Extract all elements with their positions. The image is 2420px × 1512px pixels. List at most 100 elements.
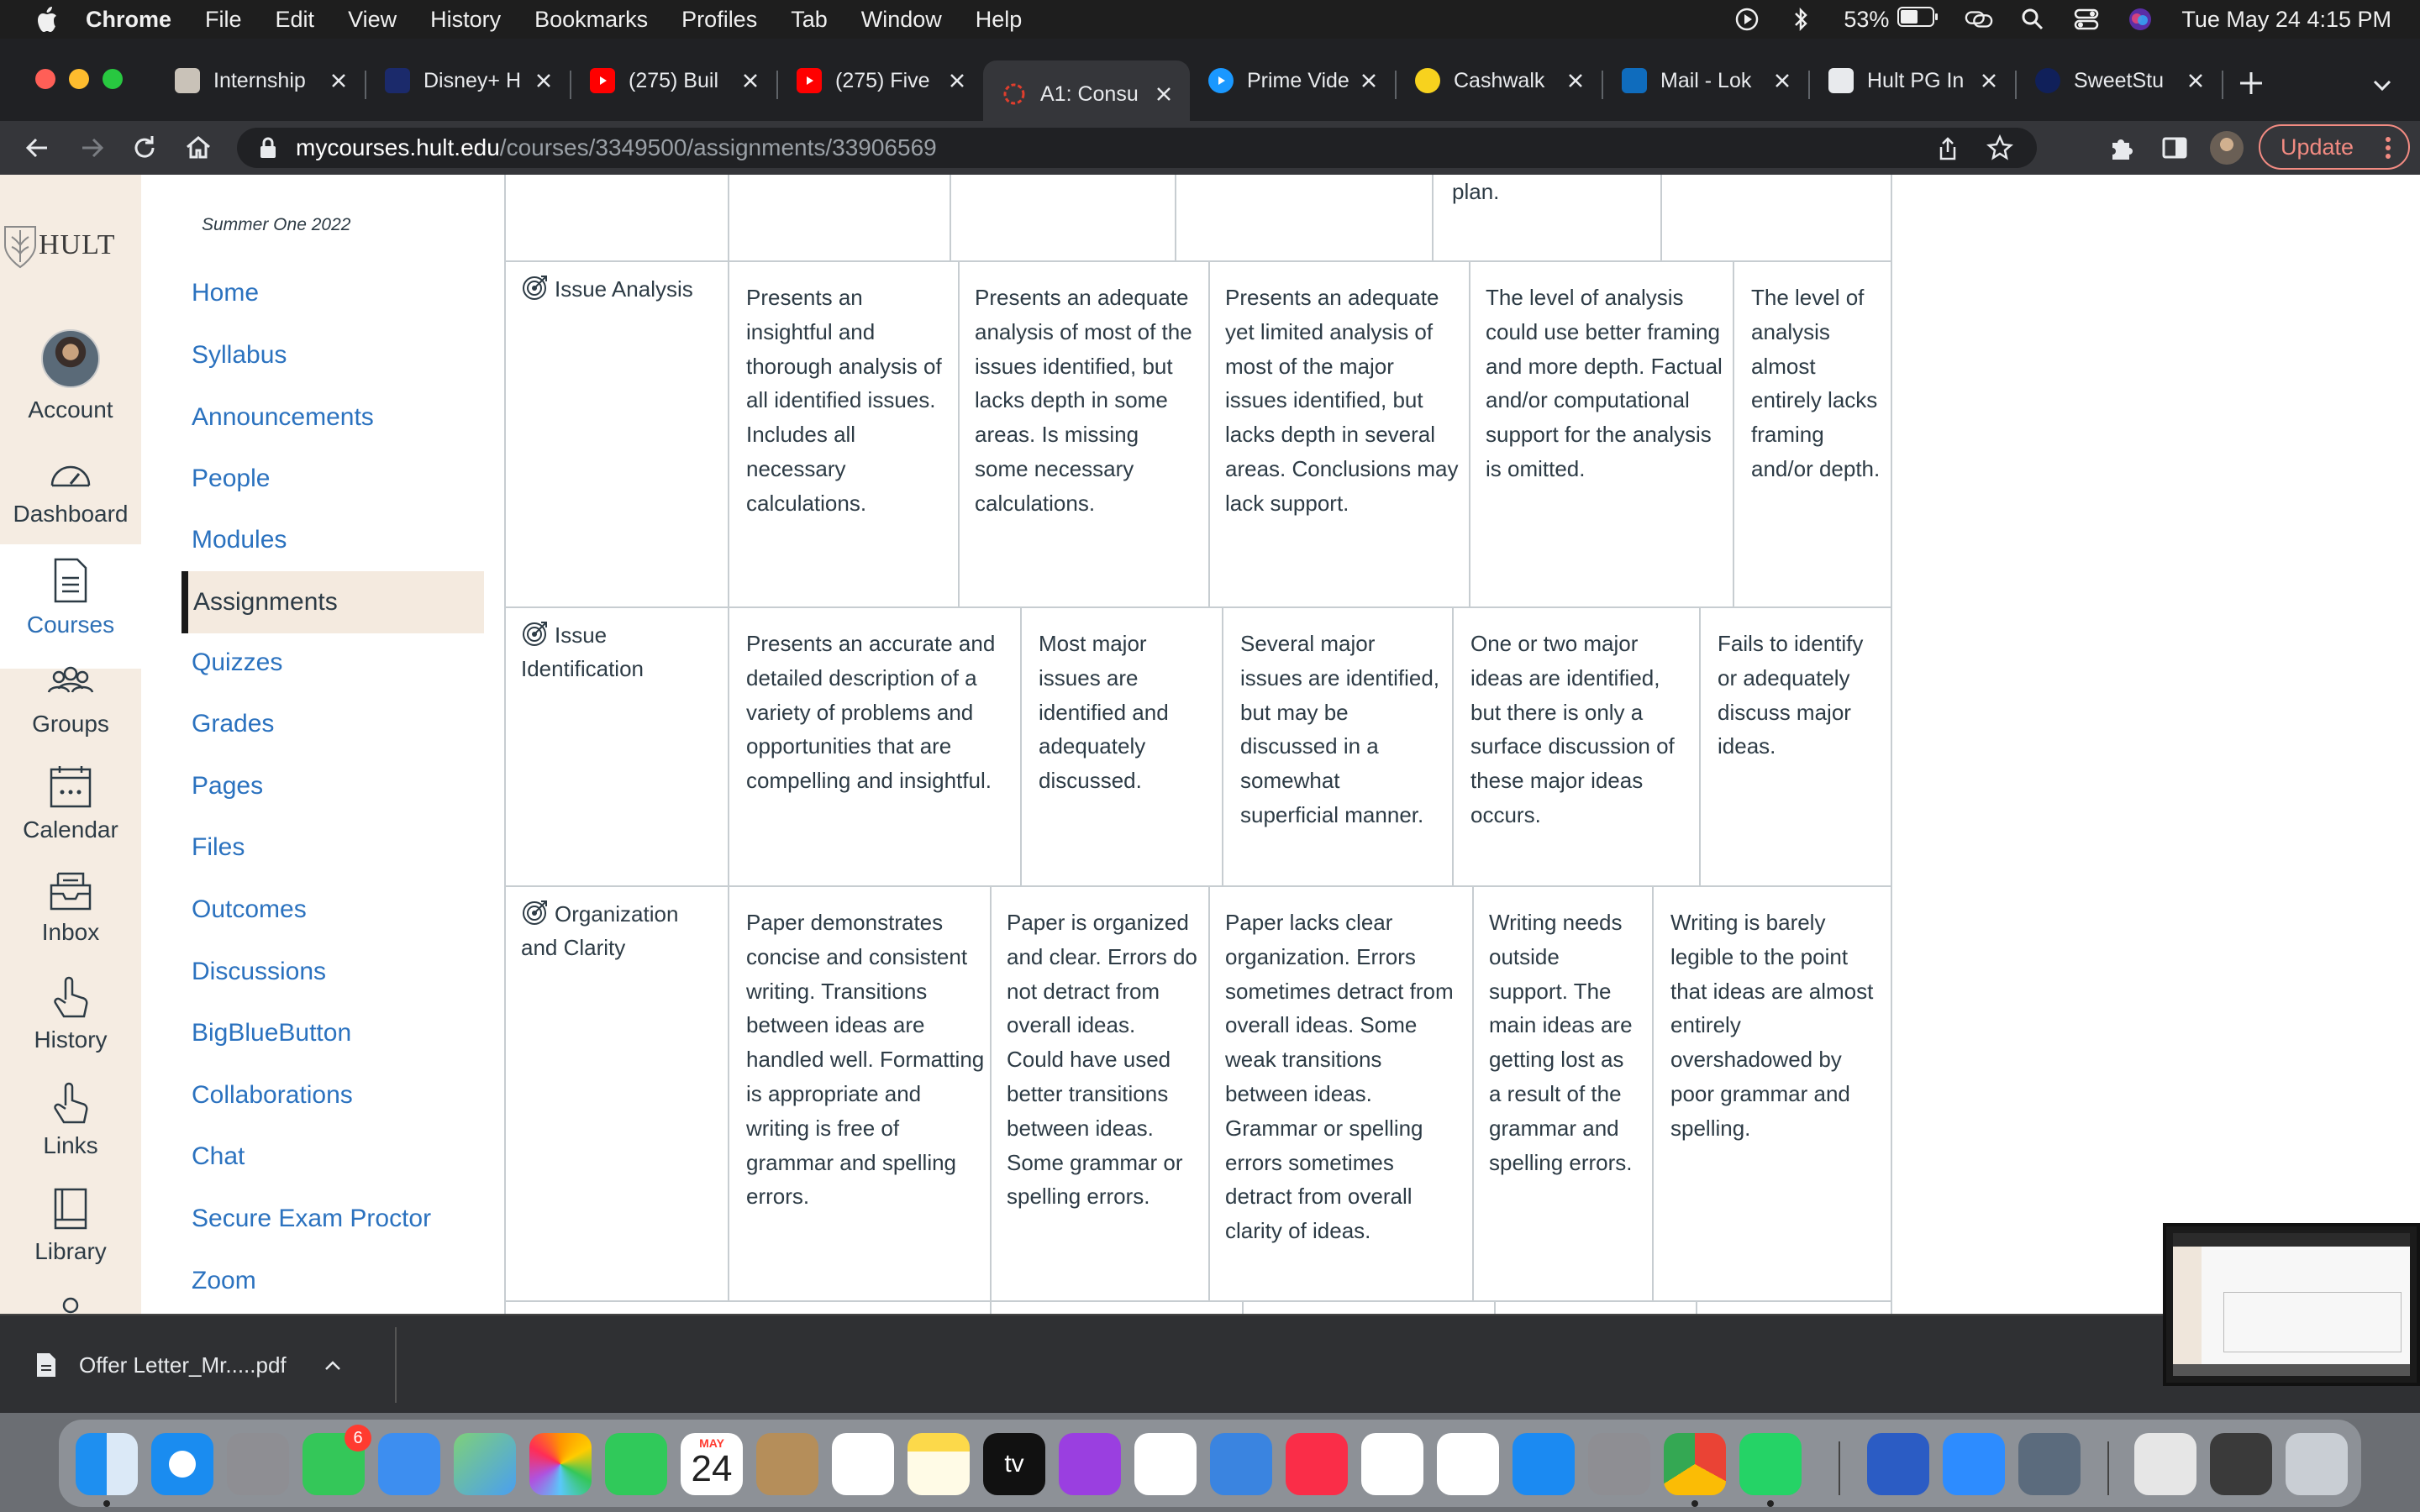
course-nav-discussions[interactable]: Discussions — [192, 958, 326, 986]
preview-app-icon[interactable] — [2018, 1433, 2081, 1495]
profile-avatar[interactable] — [2210, 131, 2244, 165]
global-nav-calendar[interactable]: Calendar — [0, 764, 141, 869]
forward-arrow-icon[interactable] — [77, 133, 108, 163]
screen-mirroring-icon[interactable] — [1965, 7, 1993, 32]
launchpad-app-icon[interactable] — [227, 1433, 289, 1495]
course-nav-outcomes[interactable]: Outcomes — [192, 895, 307, 924]
screenshot-thumbnail-preview[interactable] — [2163, 1223, 2420, 1386]
course-nav-bigbluebutton[interactable]: BigBlueButton — [192, 1019, 351, 1047]
whatsapp-app-icon[interactable] — [1739, 1433, 1802, 1495]
course-nav-people[interactable]: People — [192, 465, 270, 493]
tab-a1-consulting-active[interactable]: A1: Consu — [983, 60, 1190, 128]
tab-hult-pg[interactable]: Hult PG In — [1810, 50, 2015, 111]
extensions-puzzle-icon[interactable] — [2106, 133, 2136, 163]
calendar-app-icon[interactable]: MAY 24 — [681, 1433, 743, 1495]
global-nav-groups[interactable]: Groups — [0, 664, 141, 768]
menu-window[interactable]: Window — [861, 7, 942, 33]
menu-help[interactable]: Help — [976, 7, 1023, 33]
course-nav-secure-exam-proctor[interactable]: Secure Exam Proctor — [192, 1205, 431, 1233]
reload-icon[interactable] — [129, 133, 160, 163]
global-nav-account[interactable]: Account — [0, 329, 141, 433]
notes-app-icon[interactable] — [908, 1433, 970, 1495]
tab-close-icon[interactable] — [2185, 70, 2207, 92]
more-menu-icon[interactable] — [2385, 136, 2391, 160]
apple-logo-icon[interactable] — [34, 5, 59, 34]
address-bar[interactable]: mycourses.hult.edu/courses/3349500/assig… — [237, 128, 2037, 168]
tab-close-icon[interactable] — [1978, 70, 2000, 92]
maps-app-icon[interactable] — [454, 1433, 516, 1495]
photos-app-icon[interactable] — [529, 1433, 592, 1495]
tab-close-icon[interactable] — [1565, 70, 1586, 92]
course-nav-assignments[interactable]: Assignments — [182, 571, 484, 633]
reminders-app-icon[interactable] — [832, 1433, 894, 1495]
side-panel-icon[interactable] — [2160, 133, 2190, 163]
tab-outlook-mail[interactable]: Mail - Lok — [1603, 50, 1808, 111]
bookmark-star-icon[interactable] — [1986, 134, 2013, 161]
menu-history[interactable]: History — [430, 7, 501, 33]
more-nav-partial-icon[interactable] — [52, 1292, 89, 1314]
tab-cashwalk[interactable]: Cashwalk — [1397, 50, 1602, 111]
facetime-app-icon[interactable] — [605, 1433, 667, 1495]
tab-search-chevron-icon[interactable] — [2370, 72, 2395, 97]
menu-file[interactable]: File — [205, 7, 242, 33]
tab-close-icon[interactable] — [533, 70, 555, 92]
spotlight-search-icon[interactable] — [2018, 7, 2047, 32]
course-nav-announcements[interactable]: Announcements — [192, 403, 374, 432]
tab-close-icon[interactable] — [946, 70, 968, 92]
tab-disney[interactable]: Disney+ H — [366, 50, 570, 111]
share-icon[interactable] — [1936, 136, 1960, 161]
numbers-app-icon[interactable] — [1361, 1433, 1423, 1495]
tab-internship[interactable]: Internship — [156, 50, 365, 111]
keynote-app-icon[interactable] — [1210, 1433, 1272, 1495]
chrome-app-icon[interactable] — [1664, 1433, 1726, 1495]
finder-app-icon[interactable] — [76, 1433, 138, 1495]
lock-icon[interactable] — [259, 137, 277, 159]
zoom-app-icon[interactable] — [1943, 1433, 2005, 1495]
recent-document-icon[interactable] — [2134, 1433, 2196, 1495]
word-app-icon[interactable] — [1867, 1433, 1929, 1495]
hult-logo[interactable]: HULT — [0, 213, 141, 277]
course-nav-home[interactable]: Home — [192, 279, 259, 307]
tab-close-icon[interactable] — [1771, 70, 1793, 92]
play-circle-icon[interactable] — [1733, 7, 1761, 32]
course-nav-grades[interactable]: Grades — [192, 710, 274, 738]
tab-close-icon[interactable] — [328, 70, 350, 92]
home-icon[interactable] — [183, 133, 213, 163]
course-nav-chat[interactable]: Chat — [192, 1142, 245, 1171]
podcasts-app-icon[interactable] — [1059, 1433, 1121, 1495]
tab-close-icon[interactable] — [1153, 83, 1175, 105]
pages-app-icon[interactable] — [1437, 1433, 1499, 1495]
tab-sweetstudy[interactable]: SweetStu — [2017, 50, 2222, 111]
global-nav-dashboard[interactable]: Dashboard — [0, 454, 141, 558]
safari-app-icon[interactable] — [151, 1433, 213, 1495]
window-zoom-button[interactable] — [103, 69, 123, 89]
global-nav-library[interactable]: Library — [0, 1186, 141, 1290]
news-app-icon[interactable] — [1134, 1433, 1197, 1495]
mail-app-icon[interactable] — [378, 1433, 440, 1495]
global-nav-inbox[interactable]: Inbox — [0, 870, 141, 974]
contacts-app-icon[interactable] — [756, 1433, 818, 1495]
course-nav-pages[interactable]: Pages — [192, 772, 263, 801]
tab-youtube-2[interactable]: (275) Five — [778, 50, 983, 111]
global-nav-history[interactable]: History — [0, 974, 141, 1079]
menu-edit[interactable]: Edit — [276, 7, 315, 33]
menu-bar-clock[interactable]: Tue May 24 4:15 PM — [2181, 7, 2391, 33]
menu-view[interactable]: View — [348, 7, 397, 33]
bluetooth-icon[interactable] — [1786, 7, 1815, 32]
new-tab-plus-icon[interactable] — [2237, 69, 2265, 97]
downloads-stack-icon[interactable] — [2210, 1433, 2272, 1495]
update-chrome-button[interactable]: Update — [2259, 124, 2410, 170]
battery-icon[interactable] — [1897, 6, 1939, 33]
download-item[interactable]: Offer Letter_Mr.....pdf — [0, 1327, 397, 1403]
tab-prime-video[interactable]: Prime Vide — [1190, 50, 1395, 111]
course-nav-syllabus[interactable]: Syllabus — [192, 341, 287, 370]
global-nav-links[interactable]: Links — [0, 1080, 141, 1184]
course-nav-quizzes[interactable]: Quizzes — [192, 648, 282, 677]
course-nav-collaborations[interactable]: Collaborations — [192, 1081, 353, 1110]
menu-app-name[interactable]: Chrome — [86, 7, 171, 33]
tab-close-icon[interactable] — [1358, 70, 1380, 92]
siri-icon[interactable] — [2126, 7, 2154, 32]
system-preferences-app-icon[interactable] — [1588, 1433, 1650, 1495]
global-nav-courses[interactable]: Courses — [0, 544, 141, 669]
apple-tv-app-icon[interactable]: tv — [983, 1433, 1045, 1495]
